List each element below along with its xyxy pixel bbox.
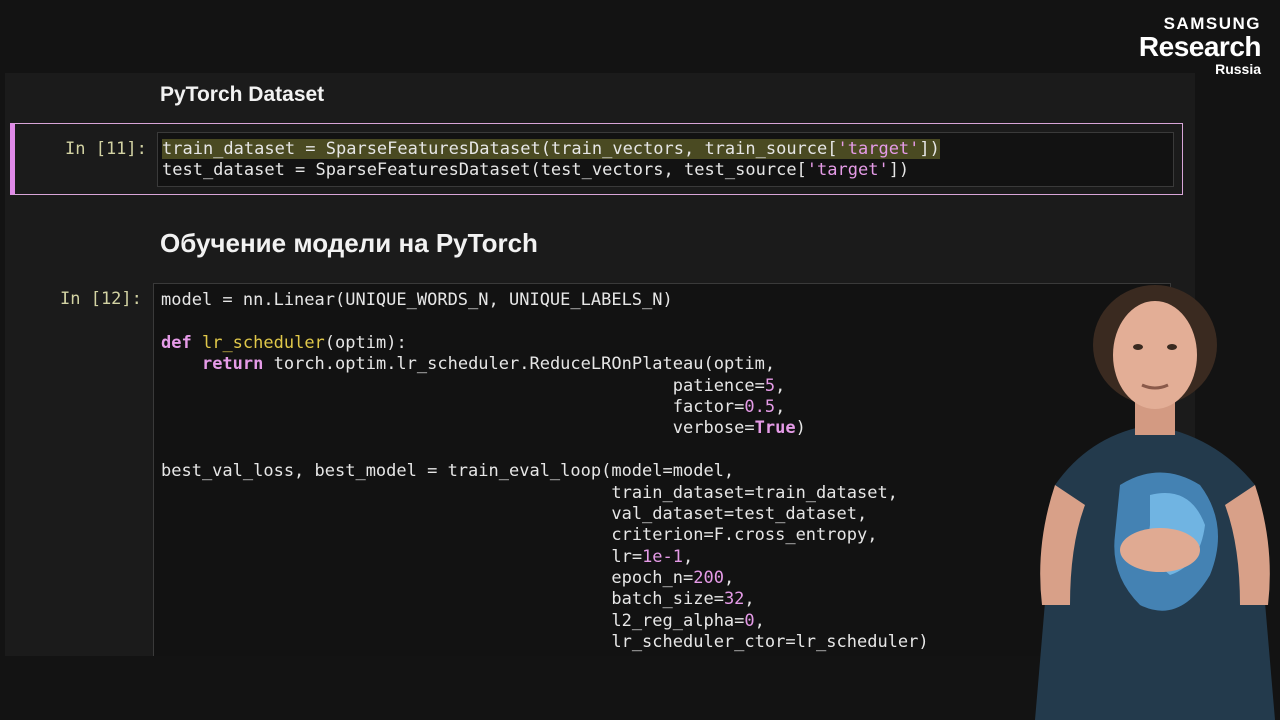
presenter-video-overlay (1035, 285, 1275, 720)
code-line: patience=5, (672, 375, 786, 396)
logo-line-research: Research (1138, 31, 1262, 62)
code-line: train_dataset = SparseFeaturesDataset(tr… (162, 139, 940, 159)
code-input-area[interactable]: train_dataset = SparseFeaturesDataset(tr… (157, 132, 1174, 187)
code-line: lr=1e-1, (611, 546, 694, 567)
code-line: train_dataset=train_dataset, (611, 482, 898, 503)
code-line: verbose=True) (672, 418, 806, 439)
code-line: return torch.optim.lr_scheduler.ReduceLR… (201, 354, 776, 375)
samsung-research-logo: SAMSUNG Research Russia (1138, 14, 1262, 76)
code-line: epoch_n=200, (611, 568, 735, 589)
code-line: def lr_scheduler(optim): (161, 332, 407, 353)
code-line: test_dataset = SparseFeaturesDataset(tes… (162, 160, 910, 181)
markdown-heading-pytorch-dataset: PyTorch Dataset (160, 83, 325, 106)
code-line: factor=0.5, (672, 396, 786, 417)
logo-line-samsung: SAMSUNG (1163, 14, 1261, 33)
cell-prompt: In [12]: (60, 289, 142, 309)
code-cell-12[interactable]: In [12]: model = nn.Linear(UNIQUE_WORDS_… (5, 273, 1185, 656)
code-input-area[interactable]: model = nn.Linear(UNIQUE_WORDS_N, UNIQUE… (153, 283, 1171, 656)
code-line: best_val_loss, best_model = train_eval_l… (161, 461, 735, 482)
code-line: val_dataset=test_dataset, (611, 503, 868, 524)
code-cell-11[interactable]: In [11]: train_dataset = SparseFeaturesD… (10, 123, 1183, 195)
cell-prompt: In [11]: (65, 139, 147, 159)
code-line: batch_size=32, (611, 589, 755, 610)
markdown-heading-training: Обучение модели на PyTorch (160, 228, 538, 258)
code-line: model = nn.Linear(UNIQUE_WORDS_N, UNIQUE… (161, 290, 673, 310)
code-line: criterion=F.cross_entropy, (611, 525, 878, 546)
jupyter-notebook[interactable]: PyTorch Dataset In [11]: train_dataset =… (5, 73, 1195, 656)
code-line: l2_reg_alpha=0, (611, 610, 765, 631)
code-line: lr_scheduler_ctor=lr_scheduler) (611, 632, 929, 653)
